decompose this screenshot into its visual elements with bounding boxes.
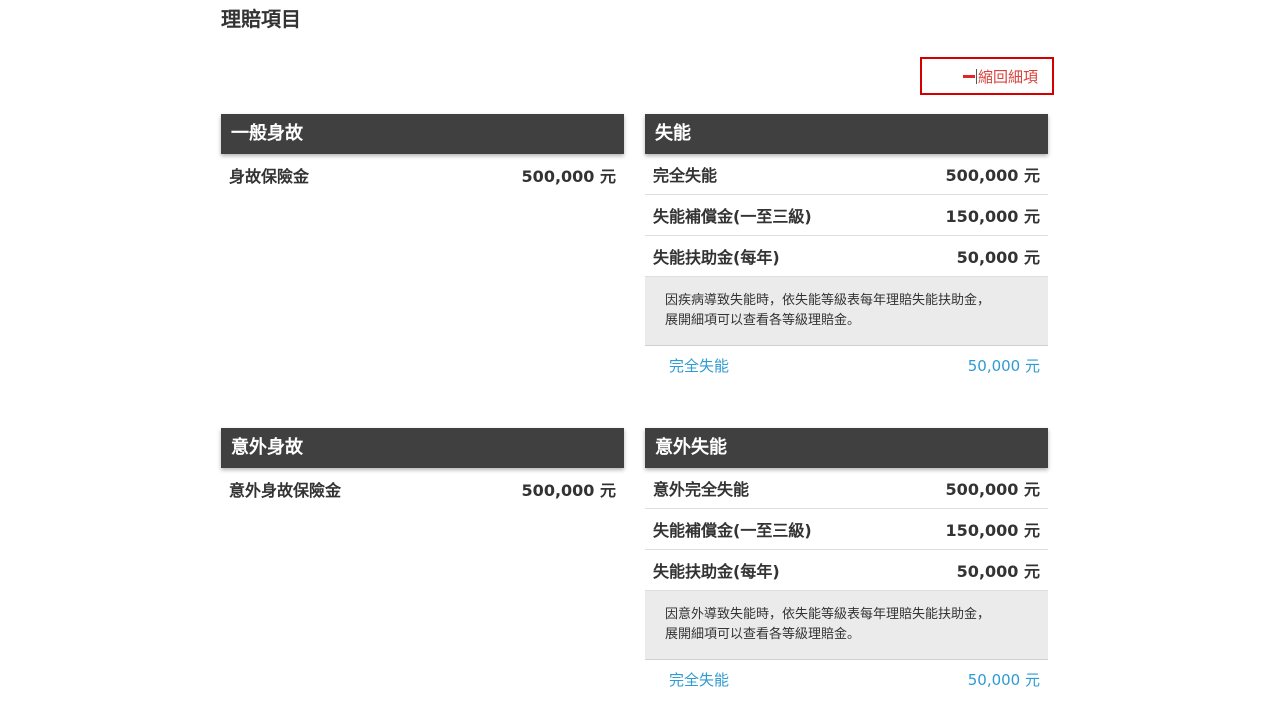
benefit-amount: 50,000 元 [956, 248, 1040, 267]
note-line: 展開細項可以查看各等級理賠金。 [665, 627, 861, 642]
panel-accidental-death: 意外身故 意外身故保險金 500,000 元 [221, 428, 624, 509]
panel-header: 失能 [645, 114, 1048, 154]
benefit-label: 失能補償金(一至三級) [653, 207, 812, 226]
benefit-row: 失能扶助金(每年) 50,000 元 [645, 236, 1048, 277]
benefit-label: 意外身故保險金 [229, 480, 342, 500]
minus-icon [962, 74, 975, 78]
panel-general-death: 一般身故 身故保險金 500,000 元 [221, 114, 624, 195]
panel-accidental-disability: 意外失能 意外完全失能 500,000 元 失能補償金(一至三級) 150,00… [645, 428, 1048, 698]
panel-header: 一般身故 [221, 114, 624, 154]
benefit-label: 失能扶助金(每年) [653, 248, 780, 267]
note-line: 展開細項可以查看各等級理賠金。 [665, 313, 861, 328]
benefit-row: 意外完全失能 500,000 元 [645, 468, 1048, 509]
benefit-amount: 500,000 元 [521, 480, 616, 500]
benefit-amount: 500,000 元 [945, 166, 1040, 185]
benefit-row: 身故保險金 500,000 元 [221, 154, 624, 195]
benefit-amount: 50,000 元 [956, 562, 1040, 581]
note-line: 因意外導致失能時，依失能等級表每年理賠失能扶助金， [665, 607, 991, 622]
benefit-label: 身故保險金 [229, 166, 310, 186]
benefit-label: 意外完全失能 [653, 480, 750, 499]
sub-item-row[interactable]: 完全失能 50,000 元 [645, 660, 1048, 698]
benefit-row: 意外身故保險金 500,000 元 [221, 468, 624, 509]
benefit-row: 失能補償金(一至三級) 150,000 元 [645, 195, 1048, 236]
sub-item-amount: 50,000 元 [967, 356, 1040, 375]
panel-disability: 失能 完全失能 500,000 元 失能補償金(一至三級) 150,000 元 … [645, 114, 1048, 384]
benefit-label: 完全失能 [653, 166, 718, 185]
benefit-note: 因疾病導致失能時，依失能等級表每年理賠失能扶助金， 展開細項可以查看各等級理賠金… [645, 277, 1048, 346]
sub-item-label: 完全失能 [669, 670, 730, 689]
panel-header: 意外失能 [645, 428, 1048, 468]
benefit-label: 失能扶助金(每年) [653, 562, 780, 581]
note-line: 因疾病導致失能時，依失能等級表每年理賠失能扶助金， [665, 293, 991, 308]
benefit-amount: 150,000 元 [945, 521, 1040, 540]
benefit-amount: 150,000 元 [945, 207, 1040, 226]
benefit-row: 失能補償金(一至三級) 150,000 元 [645, 509, 1048, 550]
text-cursor [975, 68, 977, 84]
benefit-row: 失能扶助金(每年) 50,000 元 [645, 550, 1048, 591]
benefit-row: 完全失能 500,000 元 [645, 154, 1048, 195]
benefit-label: 失能補償金(一至三級) [653, 521, 812, 540]
sub-item-row[interactable]: 完全失能 50,000 元 [645, 346, 1048, 384]
collapse-details-label: 縮回細項 [977, 67, 1038, 86]
sub-item-label: 完全失能 [669, 356, 730, 375]
page-title: 理賠項目 [221, 7, 301, 31]
benefit-note: 因意外導致失能時，依失能等級表每年理賠失能扶助金， 展開細項可以查看各等級理賠金… [645, 591, 1048, 660]
sub-item-amount: 50,000 元 [967, 670, 1040, 689]
benefit-amount: 500,000 元 [521, 166, 616, 186]
panel-header: 意外身故 [221, 428, 624, 468]
collapse-details-button[interactable]: 縮回細項 [920, 57, 1054, 95]
benefit-amount: 500,000 元 [945, 480, 1040, 499]
